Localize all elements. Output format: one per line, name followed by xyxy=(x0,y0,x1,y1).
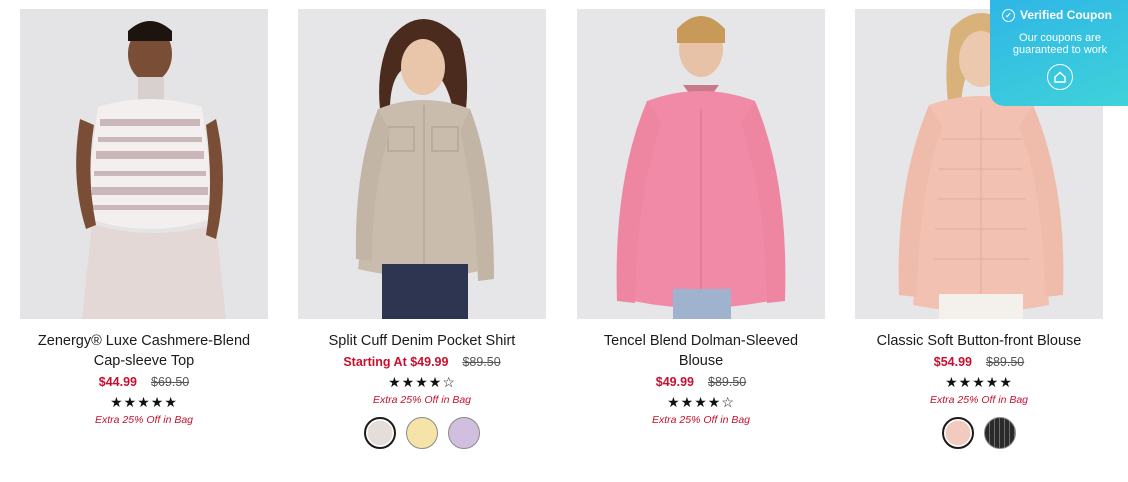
color-swatch-blush[interactable] xyxy=(942,417,974,449)
rating-stars[interactable]: ★★★★☆ xyxy=(667,394,735,410)
check-circle-icon: ✓ xyxy=(1002,8,1015,22)
price-row: $44.99 $69.50 xyxy=(99,373,189,391)
product-image[interactable] xyxy=(577,9,825,319)
coupon-logo-icon xyxy=(1047,64,1073,90)
promo-text: Extra 25% Off in Bag xyxy=(929,394,1029,406)
house-shape-icon xyxy=(1054,71,1066,83)
color-swatch-taupe[interactable] xyxy=(364,417,396,449)
product-title[interactable]: Classic Soft Button-front Blouse xyxy=(869,331,1089,351)
promo-text: Extra 25% Off in Bag xyxy=(372,394,472,406)
price-row: $54.99 $89.50 xyxy=(934,353,1024,371)
color-swatches xyxy=(364,417,480,449)
rating-stars[interactable]: ★★★★☆ xyxy=(388,374,456,390)
model-photo xyxy=(577,9,825,319)
product-card: Split Cuff Denim Pocket Shirt Starting A… xyxy=(298,9,546,449)
original-price: $69.50 xyxy=(151,375,190,389)
price-row: $49.99 $89.50 xyxy=(656,373,746,391)
rating-stars[interactable]: ★★★★★ xyxy=(945,374,1013,390)
product-image[interactable] xyxy=(298,9,546,319)
coupon-header: ✓ Verified Coupon xyxy=(1002,8,1118,22)
original-price: $89.50 xyxy=(462,355,501,369)
verified-coupon-badge[interactable]: ✓ Verified Coupon Our coupons are guaran… xyxy=(990,0,1128,106)
product-grid: Zenergy® Luxe Cashmere-Blend Cap-sleeve … xyxy=(0,0,1128,482)
rating-stars[interactable]: ★★★★★ xyxy=(110,394,178,410)
price-row: Starting At $49.99 $89.50 xyxy=(343,353,500,371)
color-swatch-yellow[interactable] xyxy=(406,417,438,449)
product-title[interactable]: Split Cuff Denim Pocket Shirt xyxy=(312,331,532,351)
coupon-title: Verified Coupon xyxy=(1020,8,1113,22)
sale-price: $44.99 xyxy=(98,375,137,389)
original-price: $89.50 xyxy=(708,375,747,389)
sale-price: $49.99 xyxy=(655,375,694,389)
color-swatches xyxy=(942,417,1016,449)
color-swatch-lavender[interactable] xyxy=(448,417,480,449)
product-title[interactable]: Zenergy® Luxe Cashmere-Blend Cap-sleeve … xyxy=(34,331,254,371)
product-card: Zenergy® Luxe Cashmere-Blend Cap-sleeve … xyxy=(20,9,268,427)
product-image[interactable] xyxy=(20,9,268,319)
product-title[interactable]: Tencel Blend Dolman-Sleeved Blouse xyxy=(591,331,811,371)
model-photo xyxy=(298,9,546,319)
promo-text: Extra 25% Off in Bag xyxy=(651,414,751,426)
model-photo xyxy=(20,9,268,319)
coupon-text: Our coupons are guaranteed to work xyxy=(1012,32,1108,56)
original-price: $89.50 xyxy=(986,355,1025,369)
promo-text: Extra 25% Off in Bag xyxy=(94,414,194,426)
color-swatch-black-stripe[interactable] xyxy=(984,417,1016,449)
sale-price: Starting At $49.99 xyxy=(343,355,449,369)
sale-price: $54.99 xyxy=(933,355,972,369)
product-card: Tencel Blend Dolman-Sleeved Blouse $49.9… xyxy=(577,9,825,427)
